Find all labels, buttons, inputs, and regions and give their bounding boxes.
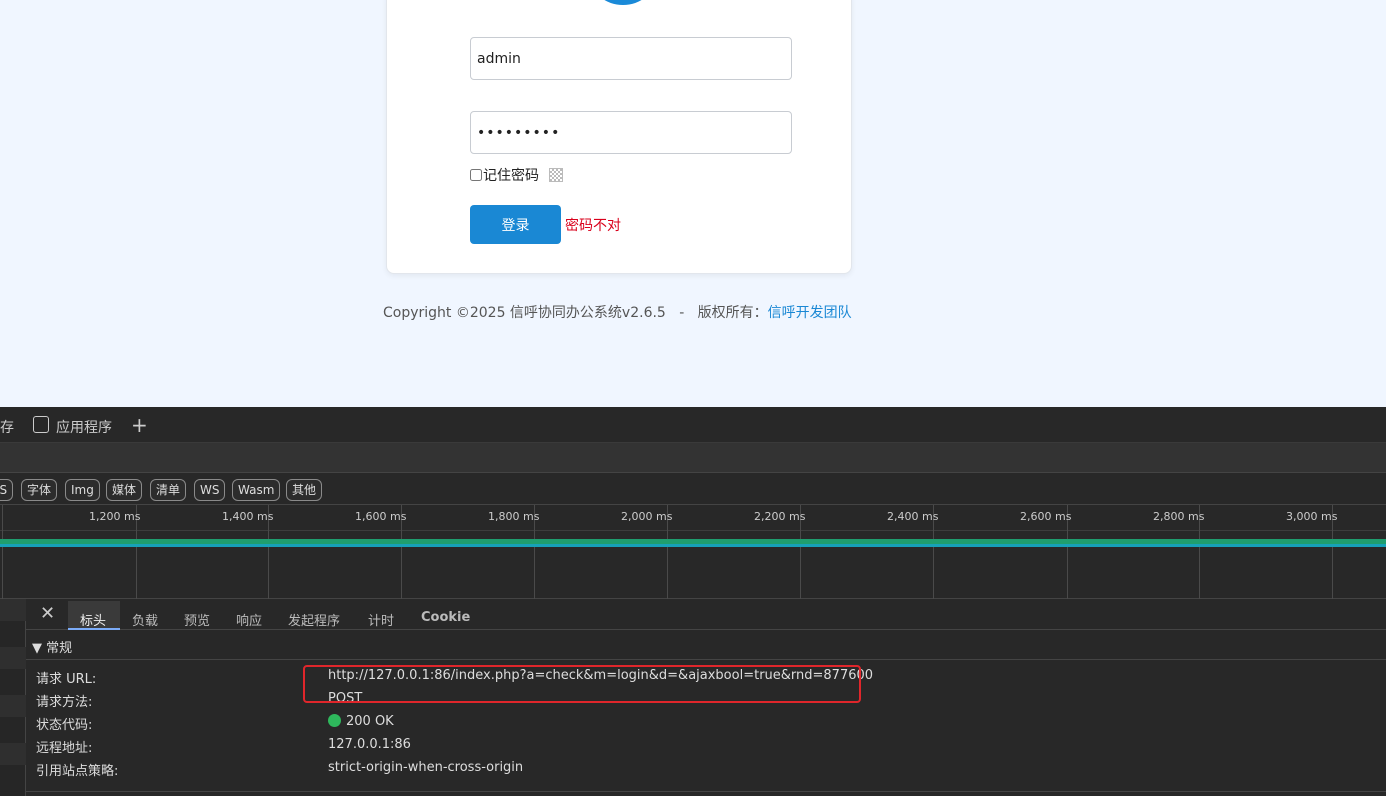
- tab-application[interactable]: 应用程序: [56, 417, 112, 437]
- key-referrer-policy: 引用站点策略:: [36, 764, 119, 779]
- team-link[interactable]: 信呼开发团队: [768, 305, 852, 321]
- key-request-method: 请求方法:: [36, 695, 93, 710]
- tick-label: 1,600 ms: [355, 510, 407, 523]
- request-list-strip[interactable]: [0, 599, 26, 796]
- login-page: 记住密码 登录 密码不对 Copyright ©2025 信呼协同办公系统v2.…: [0, 0, 1386, 407]
- logo: [591, 0, 655, 5]
- tab-response[interactable]: 响应: [236, 610, 262, 629]
- general-section-header[interactable]: ▼ 常规: [26, 630, 1386, 660]
- filter-img[interactable]: Img: [65, 479, 100, 501]
- tab-storage-partial[interactable]: 存: [0, 417, 14, 437]
- status-ok-icon: [328, 714, 341, 727]
- tab-payload[interactable]: 负载: [132, 610, 158, 629]
- tick-label: 1,200 ms: [89, 510, 141, 523]
- remember-checkbox[interactable]: [470, 169, 482, 181]
- password-input[interactable]: [470, 111, 792, 154]
- tab-preview[interactable]: 预览: [184, 610, 210, 629]
- tick-label: 2,200 ms: [754, 510, 806, 523]
- request-details-panel: ✕ 标头 负载 预览 响应 发起程序 计时 Cookie ▼ 常规 请求 URL…: [26, 599, 1386, 796]
- network-overview[interactable]: 1,200 ms 1,400 ms 1,600 ms 1,800 ms 2,00…: [0, 505, 1386, 599]
- row-remote-address: 远程地址: 127.0.0.1:86: [26, 734, 1386, 757]
- close-icon[interactable]: ✕: [40, 603, 55, 624]
- value-status-code: 200 OK: [346, 714, 394, 729]
- key-remote-address: 远程地址:: [36, 741, 93, 756]
- request-row[interactable]: [0, 743, 26, 765]
- request-row[interactable]: [0, 599, 26, 621]
- footer-copyright: Copyright ©2025 信呼协同办公系统v2.6.5 - 版权所有：信呼…: [383, 302, 852, 322]
- tab-headers[interactable]: 标头: [80, 610, 106, 629]
- login-button[interactable]: 登录: [470, 205, 561, 244]
- filter-ws[interactable]: WS: [194, 479, 226, 501]
- row-status-code: 状态代码: 200 OK: [26, 711, 1386, 734]
- username-input[interactable]: [470, 37, 792, 80]
- value-status-code-wrap[interactable]: 200 OK: [328, 714, 394, 729]
- filter-other[interactable]: 其他: [286, 479, 323, 501]
- application-icon: [33, 416, 49, 433]
- tick-label: 2,600 ms: [1020, 510, 1072, 523]
- filter-font[interactable]: 字体: [21, 479, 58, 501]
- login-card: 记住密码 登录 密码不对: [386, 0, 852, 274]
- filter-manifest[interactable]: 清单: [150, 479, 187, 501]
- panel-divider: [26, 791, 1386, 796]
- request-row[interactable]: [0, 695, 26, 717]
- tick-label: 1,400 ms: [222, 510, 274, 523]
- devtools-top-tabs: 存 应用程序 +: [0, 407, 1386, 443]
- tick-label: 2,800 ms: [1153, 510, 1205, 523]
- plus-icon[interactable]: +: [131, 413, 148, 437]
- login-error-message: 密码不对: [565, 218, 621, 234]
- devtools-panel: 存 应用程序 + JS 字体 Img 媒体 清单 WS Wasm 其他 1,20…: [0, 407, 1386, 796]
- tick-label: 2,400 ms: [887, 510, 939, 523]
- key-request-url: 请求 URL:: [36, 672, 97, 687]
- general-section-title[interactable]: ▼ 常规: [32, 637, 72, 656]
- filter-js[interactable]: JS: [0, 479, 14, 501]
- tab-cookie[interactable]: Cookie: [421, 610, 470, 625]
- request-row[interactable]: [0, 647, 26, 669]
- value-remote-address[interactable]: 127.0.0.1:86: [328, 737, 411, 752]
- url-highlight-annotation: [303, 665, 861, 703]
- remember-row: 记住密码: [469, 165, 563, 185]
- tab-timing[interactable]: 计时: [368, 610, 394, 629]
- timeline-bar-download: [0, 544, 1386, 547]
- tab-initiator[interactable]: 发起程序: [288, 610, 340, 629]
- details-tabs: ✕ 标头 负载 预览 响应 发起程序 计时 Cookie: [26, 599, 1386, 630]
- tick-label: 2,000 ms: [621, 510, 673, 523]
- copyright-text: Copyright ©2025 信呼协同办公系统v2.6.5 - 版权所有：: [383, 305, 768, 321]
- filter-media[interactable]: 媒体: [106, 479, 143, 501]
- tick-line: [2, 505, 3, 599]
- value-referrer-policy[interactable]: strict-origin-when-cross-origin: [328, 760, 523, 775]
- row-referrer-policy: 引用站点策略: strict-origin-when-cross-origin: [26, 757, 1386, 780]
- key-status-code: 状态代码:: [36, 718, 93, 733]
- remember-label[interactable]: 记住密码: [483, 165, 539, 185]
- tick-label: 3,000 ms: [1286, 510, 1338, 523]
- network-toolbar: [0, 443, 1386, 473]
- qrcode-icon[interactable]: [549, 168, 563, 182]
- tick-label: 1,800 ms: [488, 510, 540, 523]
- filter-wasm[interactable]: Wasm: [232, 479, 281, 501]
